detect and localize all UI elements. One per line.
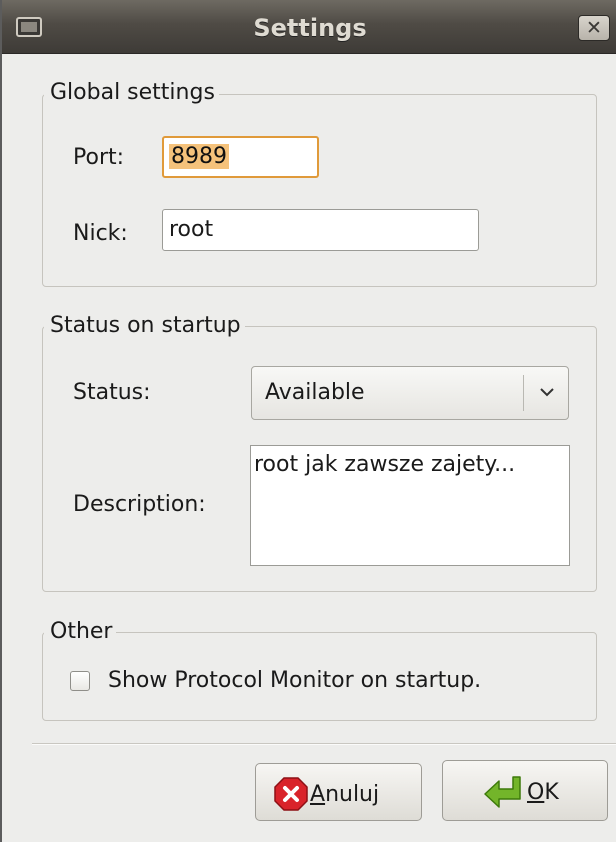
nick-value: root bbox=[169, 217, 214, 242]
startup-status-legend: Status on startup bbox=[44, 313, 245, 338]
nick-input[interactable]: root bbox=[162, 209, 479, 251]
global-settings-frame bbox=[42, 94, 597, 287]
status-select[interactable]: Available bbox=[251, 366, 569, 420]
settings-dialog: Settings ✕ Global settings Port: 8989 Ni… bbox=[0, 0, 616, 842]
status-label: Status: bbox=[73, 380, 151, 405]
port-value: 8989 bbox=[169, 144, 229, 169]
cancel-icon bbox=[274, 777, 308, 811]
window-title: Settings bbox=[253, 14, 367, 42]
button-separator bbox=[32, 743, 616, 745]
ok-button[interactable]: OK bbox=[442, 760, 608, 821]
protocol-monitor-checkbox[interactable] bbox=[70, 671, 90, 691]
ok-button-label: OK bbox=[527, 779, 559, 805]
cancel-button[interactable]: Anuluj bbox=[255, 763, 422, 821]
close-button[interactable]: ✕ bbox=[578, 15, 610, 41]
protocol-monitor-label[interactable]: Show Protocol Monitor on startup. bbox=[108, 668, 481, 693]
combo-separator bbox=[523, 375, 524, 411]
status-select-value: Available bbox=[265, 380, 365, 405]
chevron-down-icon bbox=[540, 388, 554, 397]
description-label: Description: bbox=[73, 492, 206, 517]
other-legend: Other bbox=[44, 619, 117, 644]
description-textarea[interactable]: root jak zawsze zajety... bbox=[250, 445, 570, 566]
port-input[interactable]: 8989 bbox=[162, 136, 319, 178]
port-label: Port: bbox=[73, 145, 125, 170]
description-value: root jak zawsze zajety... bbox=[254, 452, 516, 477]
nick-label: Nick: bbox=[73, 221, 128, 246]
enter-arrow-icon bbox=[484, 776, 521, 808]
cancel-button-label: Anuluj bbox=[310, 781, 380, 807]
title-bar[interactable]: Settings ✕ bbox=[2, 0, 616, 54]
global-settings-legend: Global settings bbox=[44, 80, 219, 105]
